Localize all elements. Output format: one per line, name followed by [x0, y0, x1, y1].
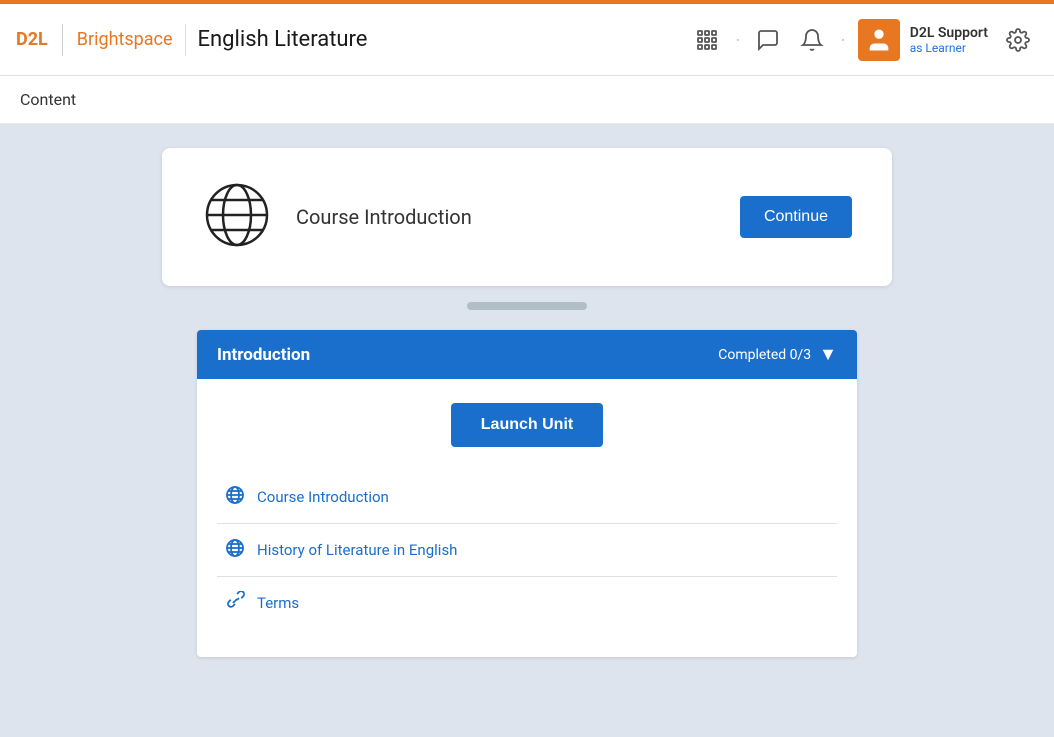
continue-button[interactable]: Continue: [740, 196, 852, 238]
apps-button[interactable]: [687, 20, 727, 60]
main-content: Course Introduction Continue Introductio…: [0, 124, 1054, 737]
brand-brightspace: Brightspace: [77, 29, 173, 50]
user-info: D2L Support as Learner: [910, 25, 988, 55]
list-item[interactable]: Terms: [217, 577, 837, 629]
breadcrumb: Content: [20, 90, 76, 109]
gear-icon: [1006, 28, 1030, 52]
link-icon: [225, 591, 245, 615]
brand: D2L Brightspace: [16, 24, 173, 56]
dropdown-arrow-icon[interactable]: ▼: [819, 344, 837, 365]
list-item[interactable]: History of Literature in English: [217, 524, 837, 577]
brand-d2l: D2L: [16, 29, 48, 50]
intro-title: Introduction: [217, 345, 310, 365]
nav-icons: · ·: [687, 20, 849, 60]
intro-progress: Completed 0/3 ▼: [718, 344, 837, 365]
launch-unit-button[interactable]: Launch Unit: [451, 403, 603, 447]
globe-large-icon: [202, 180, 272, 250]
intro-body: Launch Unit Course Introduction: [197, 379, 857, 657]
list-item[interactable]: Course Introduction: [217, 471, 837, 524]
progress-text: Completed 0/3: [718, 347, 811, 363]
nav-dot-1: ·: [731, 28, 744, 52]
introduction-section: Introduction Completed 0/3 ▼ Launch Unit: [197, 330, 857, 657]
nav-dot-2: ·: [836, 28, 849, 52]
nav-divider: [185, 24, 186, 56]
user-section: D2L Support as Learner: [858, 19, 1038, 61]
user-avatar-icon: [865, 26, 893, 54]
history-link[interactable]: History of Literature in English: [257, 541, 457, 559]
settings-button[interactable]: [998, 20, 1038, 60]
globe-small-icon-1: [225, 485, 245, 509]
course-intro-name: Course Introduction: [296, 205, 716, 229]
course-intro-card: Course Introduction Continue: [162, 148, 892, 286]
course-title: English Literature: [198, 27, 688, 52]
intro-header: Introduction Completed 0/3 ▼: [197, 330, 857, 379]
scroll-bar: [467, 302, 587, 310]
course-introduction-link[interactable]: Course Introduction: [257, 488, 389, 506]
user-name: D2L Support: [910, 25, 988, 41]
user-avatar: [858, 19, 900, 61]
globe-small-icon-2: [225, 538, 245, 562]
apps-icon: [695, 28, 719, 52]
chat-button[interactable]: [748, 20, 788, 60]
bell-button[interactable]: [792, 20, 832, 60]
chat-icon: [756, 28, 780, 52]
top-nav: D2L Brightspace English Literature ·: [0, 4, 1054, 76]
globe-icon-wrap: [202, 180, 272, 254]
brand-separator: [62, 24, 63, 56]
scroll-indicator: [0, 302, 1054, 310]
breadcrumb-bar: Content: [0, 76, 1054, 124]
bell-icon: [800, 28, 824, 52]
user-role: as Learner: [910, 41, 988, 55]
terms-link[interactable]: Terms: [257, 594, 299, 612]
